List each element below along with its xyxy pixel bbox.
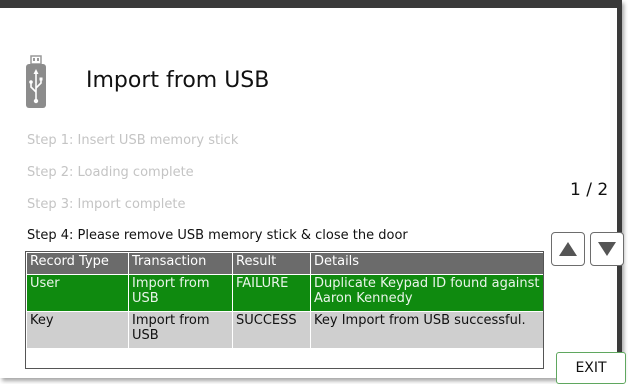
step-2-label: Step 2: Loading complete <box>27 165 194 180</box>
step-3-label: Step 3: Import complete <box>27 197 186 212</box>
cell-result: FAILURE <box>232 274 311 312</box>
import-window: Import from USB Step 1: Insert USB memor… <box>0 0 626 384</box>
table-row-empty <box>26 348 545 366</box>
triangle-down-icon <box>598 242 616 256</box>
column-header-result[interactable]: Result <box>232 252 311 275</box>
scroll-down-button[interactable] <box>590 232 624 266</box>
cell-record-type: Key <box>26 311 129 349</box>
cell-transaction: Import from USB <box>128 311 233 349</box>
table-header-row: Record Type Transaction Result Details <box>26 252 545 275</box>
cell-details: Key Import from USB successful. <box>310 311 545 349</box>
cell-record-type: User <box>26 274 129 312</box>
cell-transaction: Import from USB <box>128 274 233 312</box>
exit-button[interactable]: EXIT <box>556 352 626 384</box>
step-1-label: Step 1: Insert USB memory stick <box>27 133 239 148</box>
step-4-label: Step 4: Please remove USB memory stick &… <box>27 228 408 243</box>
usb-drive-icon <box>26 55 46 108</box>
cell-result: SUCCESS <box>232 311 311 349</box>
table-row[interactable]: User Import from USB FAILURE Duplicate K… <box>26 274 545 312</box>
records-table: Record Type Transaction Result Details U… <box>26 252 545 366</box>
column-header-record-type[interactable]: Record Type <box>26 252 129 275</box>
table-row[interactable]: Key Import from USB SUCCESS Key Import f… <box>26 311 545 349</box>
cell-details: Duplicate Keypad ID found against Aaron … <box>310 274 545 312</box>
page-title: Import from USB <box>86 68 270 93</box>
scroll-up-button[interactable] <box>551 232 585 266</box>
page-indicator: 1 / 2 <box>570 180 609 200</box>
column-header-details[interactable]: Details <box>310 252 545 275</box>
triangle-up-icon <box>559 242 577 256</box>
column-header-transaction[interactable]: Transaction <box>128 252 233 275</box>
